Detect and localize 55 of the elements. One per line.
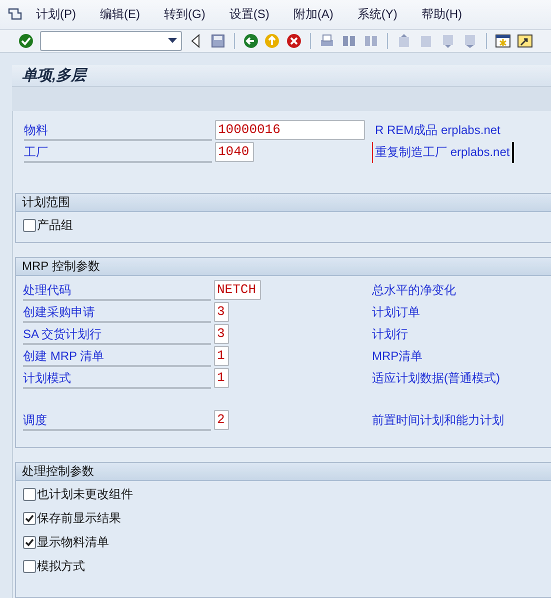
field-label: 物料	[24, 120, 212, 140]
field-description: 计划订单	[372, 304, 420, 320]
input-field[interactable]: 1040	[215, 142, 254, 162]
shortcut-icon[interactable]	[516, 32, 533, 49]
menu-item[interactable]: 计划(P)	[22, 6, 86, 23]
checkbox[interactable]	[23, 488, 36, 500]
input-field[interactable]: 2	[214, 410, 229, 430]
checkbox-label: 显示物料清单	[37, 534, 109, 550]
checkbox-label: 保存前显示结果	[37, 510, 121, 526]
input-field[interactable]: 1	[214, 368, 229, 388]
checkbox[interactable]	[23, 536, 36, 548]
input-field[interactable]: 1	[214, 346, 229, 366]
input-field[interactable]: 3	[214, 324, 229, 344]
new-session-icon[interactable]	[495, 32, 511, 49]
field-description: R REM成品 erplabs.net	[374, 122, 502, 138]
checkbox-label: 产品组	[37, 216, 73, 234]
field-description: 前置时间计划和能力计划	[372, 412, 504, 428]
field-description: 适应计划数据(普通模式)	[372, 370, 500, 386]
screen-title: 单项,多层	[22, 66, 86, 85]
caret-icon	[168, 38, 177, 44]
input-field[interactable]: 3	[214, 302, 229, 322]
menu-item[interactable]: 系统(Y)	[343, 6, 408, 23]
checkbox[interactable]	[23, 512, 36, 524]
menu-icon[interactable]	[8, 8, 22, 20]
section-header: 处理控制参数	[16, 463, 551, 481]
field-description: 总水平的净变化	[372, 282, 456, 298]
field-description: MRP清单	[372, 348, 423, 364]
field-label: 创建采购申请	[23, 302, 211, 322]
menu-item[interactable]: 设置(S)	[215, 6, 280, 23]
check-icon[interactable]	[18, 32, 34, 49]
input-field[interactable]: 10000016	[215, 120, 365, 140]
checkbox[interactable]	[23, 218, 36, 232]
field-label: SA 交货计划行	[23, 324, 211, 344]
field-label: 处理代码	[23, 280, 211, 300]
field-description: 重复制造工厂 erplabs.net	[372, 142, 514, 162]
field-label: 调度	[23, 410, 211, 430]
print-icon[interactable]	[319, 32, 336, 49]
menu-item[interactable]: 编辑(E)	[86, 6, 150, 23]
field-label: 创建 MRP 清单	[23, 346, 211, 366]
cancel-icon[interactable]	[286, 32, 302, 49]
field-description: 计划行	[372, 326, 408, 342]
back-icon[interactable]	[242, 32, 258, 49]
section-header: 计划范围	[16, 194, 551, 212]
menu-item[interactable]: 帮助(H)	[407, 6, 472, 23]
command-field[interactable]	[40, 30, 182, 51]
input-field[interactable]: NETCH	[214, 280, 261, 300]
save-icon[interactable]	[210, 32, 226, 49]
section-header: MRP 控制参数	[16, 258, 551, 276]
checkbox-label: 模拟方式	[37, 558, 85, 574]
menu-item[interactable]: 转到(G)	[150, 6, 216, 23]
menu-item[interactable]: 附加(A)	[279, 6, 344, 23]
field-label: 计划模式	[23, 368, 211, 388]
checkbox-label: 也计划未更改组件	[37, 486, 133, 502]
field-label: 工厂	[24, 142, 212, 162]
checkbox[interactable]	[23, 560, 36, 572]
